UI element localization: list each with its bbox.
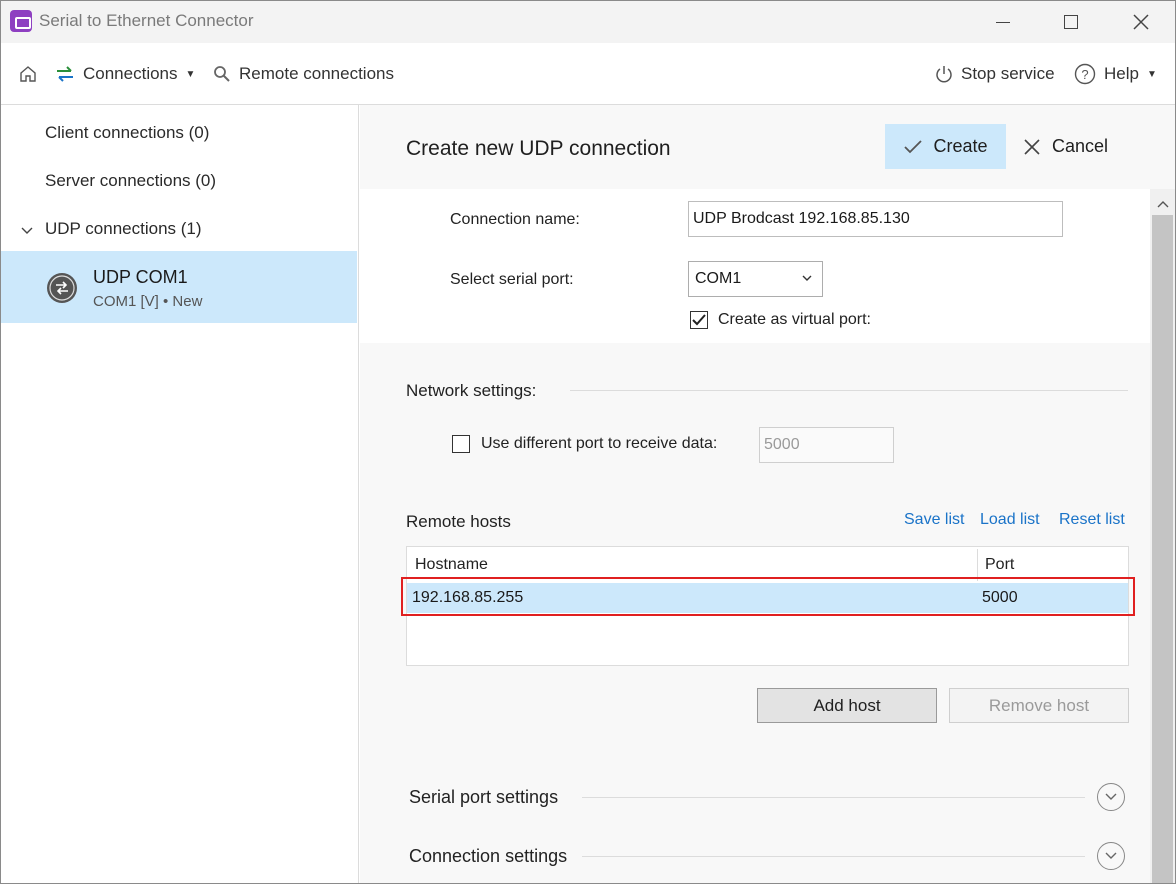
sidebar-item-udp-connections[interactable]: UDP connections (1)	[45, 219, 202, 239]
connections-icon	[57, 66, 73, 82]
stop-service-label: Stop service	[961, 64, 1055, 83]
connection-subtitle: COM1 [V] • New	[93, 293, 203, 310]
help-menu[interactable]: ? Help ▼	[1074, 43, 1157, 105]
remove-host-button[interactable]: Remove host	[949, 688, 1129, 723]
serial-port-value: COM1	[695, 270, 742, 287]
connection-form: Connection name: UDP Brodcast 192.168.85…	[360, 189, 1150, 343]
connection-name-input[interactable]: UDP Brodcast 192.168.85.130	[688, 201, 1063, 237]
chevron-down-icon: ▼	[1146, 68, 1157, 80]
sidebar-item-server-connections[interactable]: Server connections (0)	[45, 171, 216, 191]
add-host-button[interactable]: Add host	[757, 688, 937, 723]
serial-port-label: Select serial port:	[450, 271, 574, 288]
toolbar: Connections ▼ Remote connections Stop se…	[1, 43, 1175, 105]
close-icon	[1024, 138, 1040, 155]
expand-chevron-icon[interactable]	[1097, 783, 1125, 811]
serial-port-settings-title[interactable]: Serial port settings	[409, 787, 558, 808]
section-divider	[582, 797, 1085, 798]
save-list-link[interactable]: Save list	[904, 511, 964, 529]
main-panel: Create new UDP connection Create Cancel …	[360, 105, 1175, 883]
receive-port-input[interactable]: 5000	[759, 427, 894, 463]
sidebar-item-udp-com1[interactable]: UDP COM1 COM1 [V] • New	[1, 251, 357, 323]
chevron-down-icon: ▼	[185, 68, 196, 80]
search-icon	[214, 66, 230, 82]
remote-connections-button[interactable]: Remote connections	[213, 43, 394, 105]
app-window: Serial to Ethernet Connector Connections…	[0, 0, 1176, 884]
power-icon	[936, 66, 952, 83]
close-icon	[1133, 14, 1149, 30]
create-label: Create	[933, 136, 988, 156]
create-button[interactable]: Create	[885, 124, 1006, 169]
different-port-label: Use different port to receive data:	[481, 435, 718, 452]
load-list-link[interactable]: Load list	[980, 511, 1040, 529]
sidebar-item-client-connections[interactable]: Client connections (0)	[45, 123, 209, 143]
virtual-port-checkbox[interactable]	[690, 311, 708, 329]
chevron-down-icon[interactable]	[21, 223, 33, 241]
maximize-icon	[1064, 15, 1078, 29]
connections-menu[interactable]: Connections ▼	[55, 43, 195, 105]
remote-connections-label: Remote connections	[239, 64, 394, 83]
expand-chevron-icon[interactable]	[1097, 842, 1125, 870]
svg-text:?: ?	[1081, 67, 1088, 82]
sidebar: Client connections (0) Server connection…	[1, 105, 359, 883]
virtual-port-label: Create as virtual port:	[718, 311, 871, 328]
receive-port-value: 5000	[764, 436, 800, 453]
highlight-annotation	[401, 577, 1135, 616]
vertical-scrollbar[interactable]	[1150, 189, 1175, 883]
remote-hosts-title: Remote hosts	[406, 512, 511, 531]
help-label: Help	[1104, 64, 1139, 83]
different-port-checkbox[interactable]	[452, 435, 470, 453]
cancel-label: Cancel	[1052, 136, 1109, 156]
checkmark-icon	[692, 314, 706, 326]
page-title: Create new UDP connection	[406, 137, 671, 160]
connection-title: UDP COM1	[93, 267, 188, 287]
scroll-up-icon[interactable]	[1150, 193, 1175, 215]
connection-settings-title[interactable]: Connection settings	[409, 846, 567, 867]
section-divider	[570, 390, 1128, 391]
home-button[interactable]	[19, 43, 37, 105]
maximize-button[interactable]	[1047, 1, 1095, 43]
checkmark-icon	[904, 139, 923, 153]
section-divider	[582, 856, 1085, 857]
minimize-icon	[996, 21, 1010, 23]
network-settings-title: Network settings:	[406, 381, 537, 400]
connection-name-value: UDP Brodcast 192.168.85.130	[693, 210, 910, 227]
chevron-down-icon	[802, 270, 812, 288]
app-icon	[10, 10, 32, 32]
serial-port-select[interactable]: COM1	[688, 261, 823, 297]
minimize-button[interactable]	[979, 1, 1027, 43]
scrollbar-thumb[interactable]	[1152, 215, 1173, 883]
reset-list-link[interactable]: Reset list	[1059, 511, 1125, 529]
help-icon: ?	[1074, 63, 1096, 85]
close-button[interactable]	[1117, 1, 1165, 43]
connections-label: Connections	[83, 64, 178, 83]
stop-service-button[interactable]: Stop service	[935, 43, 1055, 105]
network-globe-icon	[47, 273, 77, 303]
cancel-button[interactable]: Cancel	[1024, 124, 1108, 169]
home-icon	[20, 66, 36, 82]
title-bar: Serial to Ethernet Connector	[1, 1, 1175, 43]
connection-name-label: Connection name:	[450, 211, 580, 228]
window-title: Serial to Ethernet Connector	[39, 11, 254, 30]
